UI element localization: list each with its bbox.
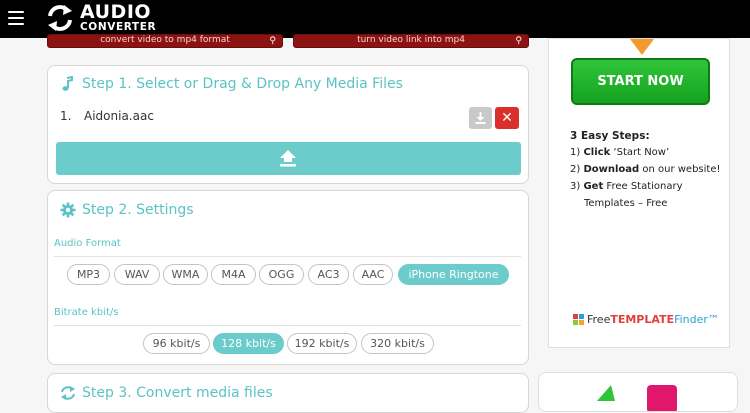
step1-title: Step 1. Select or Drag & Drop Any Media … xyxy=(82,76,403,92)
search-icon: ⚲ xyxy=(269,36,276,46)
logo-text-converter: CONVERTER xyxy=(80,21,157,33)
download-file-button[interactable] xyxy=(469,107,492,129)
sidebar-ad-2[interactable] xyxy=(538,372,738,412)
step2-title-row: Step 2. Settings xyxy=(60,202,194,218)
ad-step-2: 2) Download on our website! xyxy=(570,164,721,175)
free-template-finder-brand: FreeTEMPLATEFinder™ xyxy=(573,313,719,326)
ad-button-label: turn video link into mp4 xyxy=(357,35,465,45)
search-icon: ⚲ xyxy=(515,36,522,46)
remove-file-button[interactable]: ✕ xyxy=(495,107,519,129)
step1-card[interactable]: Step 1. Select or Drag & Drop Any Media … xyxy=(47,65,529,184)
logo-text-audio: AUDIO xyxy=(80,1,152,23)
sidebar-ad[interactable]: START NOW 3 Easy Steps: 1) Click ‘Start … xyxy=(548,38,730,348)
arrow-down-icon xyxy=(630,39,654,55)
bitrate-option-128[interactable]: 128 kbit/s xyxy=(213,333,284,354)
hamburger-menu-icon[interactable] xyxy=(8,11,24,25)
logo-icon xyxy=(48,5,72,31)
format-option-mp3[interactable]: MP3 xyxy=(67,264,110,285)
top-bar: AUDIO CONVERTER xyxy=(0,0,750,38)
ad-button-video-link[interactable]: turn video link into mp4 ⚲ xyxy=(293,34,529,48)
format-option-wma[interactable]: WMA xyxy=(163,264,208,285)
bitrate-option-192[interactable]: 192 kbit/s xyxy=(287,333,357,354)
file-index: 1. xyxy=(60,109,72,123)
start-now-button[interactable]: START NOW xyxy=(571,58,710,105)
format-option-ac3[interactable]: AC3 xyxy=(308,264,349,285)
download-icon xyxy=(475,112,486,124)
ad-step-3-continued: Templates – Free xyxy=(584,198,668,209)
divider xyxy=(54,325,521,326)
format-option-aac[interactable]: AAC xyxy=(353,264,393,285)
audio-format-label: Audio Format xyxy=(54,238,121,249)
file-name: Aidonia.aac xyxy=(84,109,154,123)
free-template-finder-logo-icon xyxy=(573,314,584,325)
step3-title: Step 3. Convert media files xyxy=(82,385,273,401)
ad-step-3: 3) Get Free Stationary xyxy=(570,181,683,192)
convert-icon xyxy=(61,386,75,400)
gear-icon xyxy=(60,202,76,218)
bitrate-option-320[interactable]: 320 kbit/s xyxy=(361,333,434,354)
ad-button-convert-video[interactable]: convert video to mp4 format ⚲ xyxy=(47,34,283,48)
upload-button[interactable] xyxy=(56,142,521,175)
steps-title: 3 Easy Steps: xyxy=(570,130,650,142)
format-option-m4a[interactable]: M4A xyxy=(211,264,256,285)
bitrate-option-96[interactable]: 96 kbit/s xyxy=(143,333,210,354)
upload-icon xyxy=(280,150,296,167)
step3-title-row: Step 3. Convert media files xyxy=(60,385,273,401)
close-icon: ✕ xyxy=(501,110,513,126)
step2-card: Step 2. Settings Audio Format MP3 WAV WM… xyxy=(47,190,529,365)
divider xyxy=(54,256,521,257)
step3-card: Step 3. Convert media files xyxy=(47,373,529,413)
bitrate-label: Bitrate kbit/s xyxy=(54,307,119,318)
ad-graphic-icon xyxy=(597,385,677,411)
format-option-ogg[interactable]: OGG xyxy=(259,264,304,285)
step2-title: Step 2. Settings xyxy=(82,202,194,218)
ad-step-1: 1) Click ‘Start Now’ xyxy=(570,147,670,158)
music-note-icon xyxy=(62,76,73,91)
step1-title-row: Step 1. Select or Drag & Drop Any Media … xyxy=(60,76,403,92)
format-option-wav[interactable]: WAV xyxy=(114,264,160,285)
ad-button-label: convert video to mp4 format xyxy=(100,35,230,45)
format-option-iphone-ringtone[interactable]: iPhone Ringtone xyxy=(398,264,509,285)
